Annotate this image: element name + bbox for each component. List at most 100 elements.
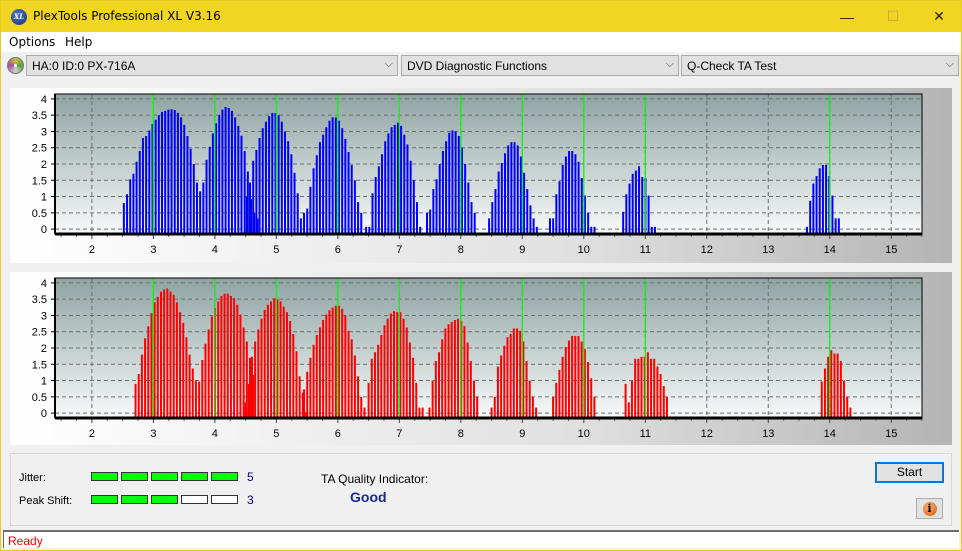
y-tick-label: 4 bbox=[41, 278, 47, 290]
menu-options[interactable]: Options bbox=[9, 35, 55, 49]
y-tick-label: 0.5 bbox=[32, 208, 47, 220]
info-button[interactable]: i bbox=[916, 498, 943, 519]
test-select[interactable]: Q-Check TA Test ⌵ bbox=[681, 55, 959, 76]
y-tick-label: 3.5 bbox=[32, 110, 47, 122]
histogram-bar bbox=[441, 150, 444, 234]
histogram-bar bbox=[255, 150, 258, 234]
histogram-bar bbox=[331, 117, 334, 234]
histogram-bar bbox=[647, 195, 650, 234]
histogram-bar bbox=[315, 334, 318, 418]
histogram-bar bbox=[303, 389, 306, 418]
histogram-bar bbox=[312, 168, 315, 234]
histogram-bar bbox=[453, 320, 456, 418]
histogram-bar bbox=[432, 189, 435, 234]
histogram-bar bbox=[240, 135, 243, 234]
y-tick-label: 1.5 bbox=[32, 175, 47, 187]
histogram-bar bbox=[328, 310, 331, 418]
histogram-bar bbox=[846, 396, 849, 418]
bottom-chart-panel: 0 0.5 1 1.5 2 2.5 3 3.5 4 2 3 4 5 6 7 8 9 10 11 12 13 14 15 bbox=[10, 272, 952, 445]
histogram-bar bbox=[523, 172, 526, 234]
top-chart-panel: 0 0.5 1 1.5 2 2.5 3 3.5 4 2 3 4 5 6 7 8 9 10 11 12 13 14 15 bbox=[10, 88, 952, 263]
histogram-bar bbox=[552, 396, 555, 418]
histogram-bar bbox=[408, 342, 411, 418]
histogram-bar bbox=[377, 344, 380, 418]
histogram-bar bbox=[173, 109, 176, 234]
histogram-bar bbox=[220, 295, 223, 418]
histogram-bar bbox=[445, 141, 448, 234]
histogram-bar bbox=[470, 202, 473, 234]
minimize-button[interactable]: — bbox=[824, 1, 870, 32]
histogram-bar bbox=[207, 329, 210, 418]
toolbar: HA:0 ID:0 PX-716A ⌵ DVD Diagnostic Funct… bbox=[1, 52, 961, 78]
histogram-bar bbox=[516, 145, 519, 234]
histogram-bar bbox=[837, 218, 840, 234]
function-select[interactable]: DVD Diagnostic Functions ⌵ bbox=[401, 55, 679, 76]
y-tick-label: 2.5 bbox=[32, 327, 47, 339]
histogram-bar bbox=[627, 402, 630, 418]
histogram-bar bbox=[381, 154, 384, 234]
menu-help[interactable]: Help bbox=[65, 35, 92, 49]
histogram-bar bbox=[360, 212, 363, 234]
histogram-bar bbox=[494, 189, 497, 234]
histogram-bar bbox=[415, 382, 418, 418]
histogram-bar bbox=[431, 380, 434, 418]
drive-select[interactable]: HA:0 ID:0 PX-716A ⌵ bbox=[26, 55, 398, 76]
histogram-bar bbox=[309, 186, 312, 234]
histogram-bar bbox=[135, 161, 138, 234]
histogram-bar bbox=[140, 354, 143, 418]
histogram-bar bbox=[389, 313, 392, 418]
x-tick-label: 3 bbox=[150, 244, 156, 256]
histogram-bar bbox=[506, 337, 509, 418]
histogram-bar bbox=[634, 170, 637, 234]
histogram-bar bbox=[638, 166, 641, 234]
histogram-bar bbox=[656, 366, 659, 418]
start-button[interactable]: Start bbox=[875, 462, 944, 483]
histogram-bar bbox=[325, 314, 328, 418]
histogram-bar bbox=[444, 328, 447, 418]
histogram-bar bbox=[555, 194, 558, 234]
histogram-bar bbox=[360, 396, 363, 418]
x-tick-label: 12 bbox=[701, 428, 713, 440]
histogram-bar bbox=[254, 341, 257, 418]
histogram-bar bbox=[189, 148, 192, 234]
close-button[interactable]: ✕ bbox=[916, 1, 962, 32]
histogram-bar bbox=[210, 316, 213, 418]
y-tick-label: 2 bbox=[41, 343, 47, 355]
histogram-bar bbox=[416, 202, 419, 234]
y-tick-label: 3.5 bbox=[32, 294, 47, 306]
function-select-value: DVD Diagnostic Functions bbox=[407, 59, 548, 73]
histogram-bar bbox=[341, 128, 344, 234]
histogram-bar bbox=[357, 376, 360, 418]
histogram-bar bbox=[409, 160, 412, 234]
histogram-bar bbox=[273, 298, 276, 418]
histogram-bar bbox=[641, 177, 644, 234]
histogram-bar bbox=[831, 195, 834, 234]
histogram-bar bbox=[454, 131, 457, 234]
histogram-bar bbox=[387, 133, 390, 234]
histogram-bar bbox=[157, 115, 160, 234]
histogram-bar bbox=[659, 374, 662, 418]
histogram-bar bbox=[154, 119, 157, 234]
histogram-bar bbox=[150, 313, 153, 418]
histogram-bar bbox=[257, 329, 260, 418]
title-bar[interactable]: XL PlexTools Professional XL V3.16 — ☐ ✕ bbox=[1, 1, 961, 32]
histogram-bar bbox=[497, 171, 500, 234]
y-tick-label: 2.5 bbox=[32, 143, 47, 155]
histogram-bar bbox=[558, 369, 561, 418]
histogram-bar bbox=[421, 407, 424, 418]
histogram-bar bbox=[277, 115, 280, 234]
histogram-bar bbox=[134, 383, 137, 418]
histogram-bar bbox=[239, 314, 242, 418]
histogram-bar bbox=[161, 111, 164, 234]
histogram-bar bbox=[625, 194, 628, 234]
jitter-label: Jitter: bbox=[19, 472, 46, 484]
histogram-bar bbox=[843, 380, 846, 418]
histogram-bar bbox=[198, 381, 201, 418]
y-tick-label: 2 bbox=[41, 159, 47, 171]
histogram-bar bbox=[821, 164, 824, 234]
histogram-bar bbox=[260, 318, 263, 418]
histogram-bar bbox=[580, 341, 583, 418]
histogram-bar bbox=[564, 156, 567, 234]
maximize-button[interactable]: ☐ bbox=[870, 1, 916, 32]
histogram-bar bbox=[205, 159, 208, 234]
